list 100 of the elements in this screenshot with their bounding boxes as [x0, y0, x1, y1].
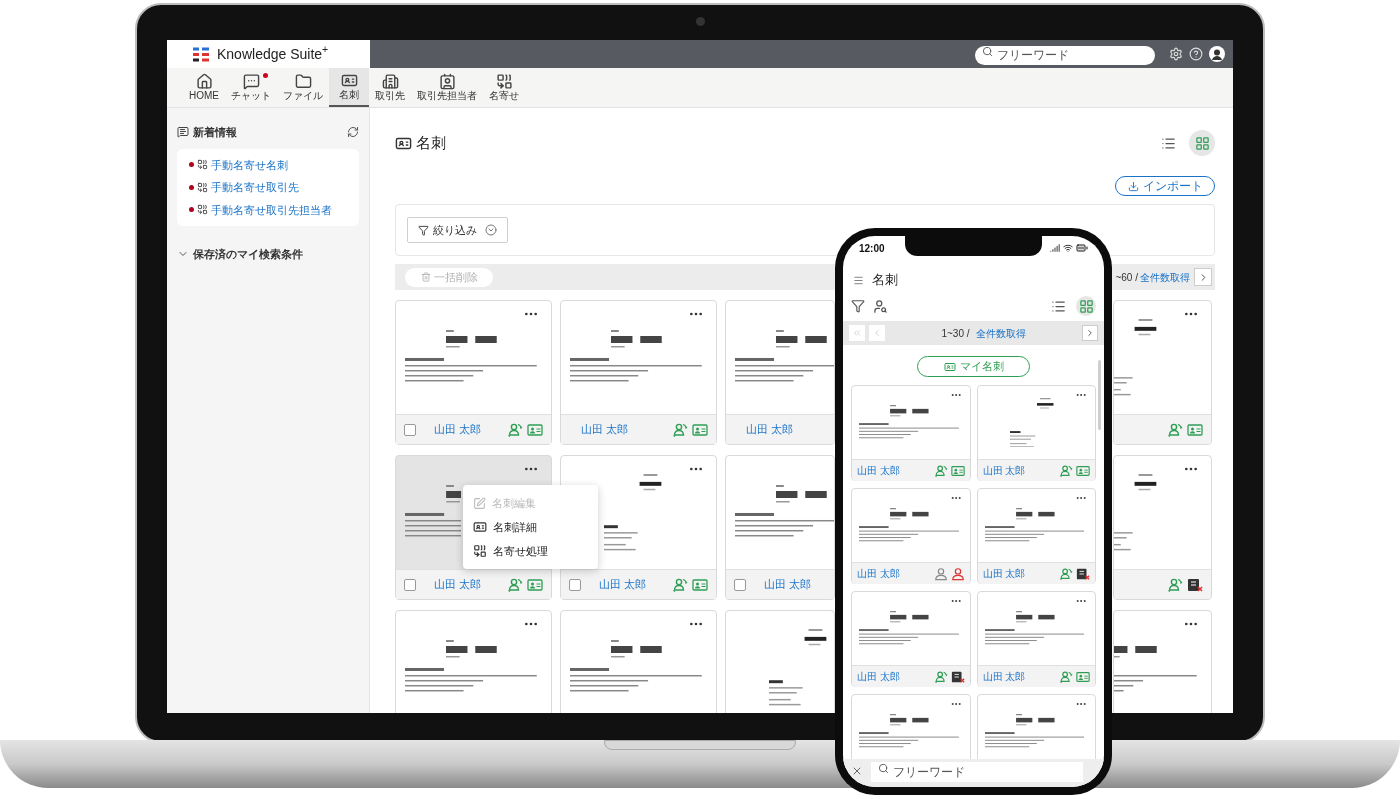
settings-icon[interactable] [1169, 47, 1183, 61]
card[interactable]: 山田 太郎 [851, 591, 971, 687]
nav-tab[interactable]: 名刺 [329, 68, 369, 107]
help-icon[interactable] [1189, 47, 1203, 61]
person-sync-icon[interactable] [1167, 421, 1183, 438]
news-link[interactable]: 手動名寄せ名刺 [211, 156, 288, 173]
person-sync-icon[interactable] [672, 421, 688, 438]
id-card-icon[interactable] [950, 463, 965, 478]
page-title: 名刺 [416, 132, 446, 153]
person-sync-icon[interactable] [507, 421, 523, 438]
filter-icon[interactable] [851, 299, 865, 313]
signal-icon [1050, 243, 1060, 253]
card[interactable]: 山田 太郎 [976, 488, 1096, 584]
contact-name-link[interactable]: 山田 太郎 [581, 421, 629, 438]
person-sync-icon[interactable] [1059, 669, 1073, 684]
id-card-icon[interactable] [527, 576, 543, 593]
battery-icon [1076, 242, 1088, 254]
double-chevron-left-icon [852, 328, 862, 338]
news-link[interactable]: 手動名寄せ取引先担当者 [211, 201, 332, 218]
list-icon [1160, 135, 1176, 151]
grid-view-button[interactable] [1076, 296, 1096, 316]
person-sync-icon[interactable] [672, 576, 688, 593]
id-card-icon [943, 360, 956, 373]
contact-name-link[interactable]: 山田 太郎 [434, 421, 482, 438]
merge-icon [473, 544, 487, 558]
chat-icon [242, 73, 260, 90]
id-card-icon[interactable] [1187, 421, 1203, 438]
merge-icon [197, 204, 208, 216]
id-card-icon[interactable] [527, 421, 543, 438]
user-search-icon[interactable] [873, 298, 888, 314]
news-link[interactable]: 手動名寄せ取引先 [211, 179, 299, 196]
card[interactable]: 山田 太郎 [725, 300, 835, 445]
menu-icon[interactable] [853, 274, 864, 286]
grid-icon [1194, 135, 1210, 151]
card[interactable]: 山田 太郎 [976, 591, 1096, 687]
checkbox[interactable] [404, 578, 416, 591]
search-field[interactable]: フリーワード [975, 45, 1155, 65]
card[interactable] [395, 610, 552, 713]
id-card-icon[interactable] [692, 576, 708, 593]
person-icon[interactable] [933, 566, 948, 581]
merge-icon [495, 73, 513, 90]
person-sync-icon[interactable] [933, 463, 948, 478]
checkbox[interactable] [569, 578, 581, 591]
wifi-icon [1063, 243, 1073, 253]
total-count-link[interactable]: 全件数取得 [975, 325, 1026, 341]
home-icon [195, 73, 213, 90]
refresh-icon[interactable] [347, 126, 359, 139]
card-cross-icon[interactable] [1076, 566, 1090, 581]
card[interactable]: 山田 太郎 [725, 455, 835, 600]
merge-icon [197, 181, 208, 193]
nav-tab[interactable]: 取引先担当者 [411, 68, 483, 107]
chevron-left-icon [872, 328, 882, 338]
nav-tab[interactable]: 取引先 [369, 68, 411, 107]
section-title: 新着情報 [193, 125, 237, 140]
logo[interactable]: Knowledge Suite$^{+}$ [167, 40, 370, 68]
id-card-icon[interactable] [692, 421, 708, 438]
card[interactable]: 山田 太郎 [976, 385, 1096, 481]
contact-name-link[interactable]: 山田 太郎 [434, 576, 482, 593]
status-time: 12:00 [859, 241, 885, 256]
checkbox[interactable] [404, 423, 416, 436]
page-title: 名刺 [872, 271, 898, 290]
nav-tab[interactable]: ファイル [277, 68, 329, 107]
filter-icon [418, 224, 429, 236]
id-card-icon[interactable] [1076, 463, 1090, 478]
avatar-icon[interactable] [1209, 46, 1225, 62]
total-count-link[interactable]: 全件数取得 [1140, 269, 1190, 285]
list-icon [1050, 298, 1066, 314]
card[interactable] [560, 610, 717, 713]
card[interactable]: 山田 太郎 [851, 488, 971, 584]
nav-tab[interactable]: 名寄せ [483, 68, 525, 107]
card[interactable]: 山田 太郎 [395, 300, 552, 445]
id-card-icon[interactable] [1076, 669, 1090, 684]
page-range: 1~30 / [941, 326, 970, 341]
building-icon [381, 73, 399, 90]
person-icon[interactable] [950, 566, 965, 581]
merge-icon [197, 159, 208, 171]
page-range: ~60 / [1115, 270, 1138, 285]
card[interactable]: 山田 太郎 [560, 300, 717, 445]
person-sync-icon[interactable] [1059, 463, 1073, 478]
grid-icon [1078, 298, 1094, 314]
person-sync-icon[interactable] [507, 576, 523, 593]
nav-tab[interactable]: HOME [183, 68, 225, 107]
saved-searches-label[interactable]: 保存済のマイ検索条件 [193, 246, 303, 263]
card-cross-icon[interactable] [950, 669, 965, 684]
camera-lens [696, 17, 705, 26]
nav-tab[interactable]: チャット [225, 68, 277, 107]
grid-view-button[interactable] [1189, 130, 1215, 156]
close-icon[interactable] [851, 765, 863, 777]
news-icon [177, 126, 189, 139]
card-cross-icon[interactable] [1187, 576, 1203, 593]
scrollbar [1098, 360, 1101, 430]
chevron-right-icon [1085, 328, 1095, 338]
card[interactable]: 山田 太郎 [851, 385, 971, 481]
card[interactable] [1113, 610, 1212, 713]
filter-button[interactable]: 絞り込み [407, 217, 508, 243]
contact-name-link[interactable]: 山田 太郎 [599, 576, 647, 593]
edit-icon [473, 496, 486, 510]
checkbox[interactable] [734, 578, 746, 591]
search-field[interactable]: フリーワード [871, 762, 1083, 782]
chevron-icon [485, 224, 497, 236]
